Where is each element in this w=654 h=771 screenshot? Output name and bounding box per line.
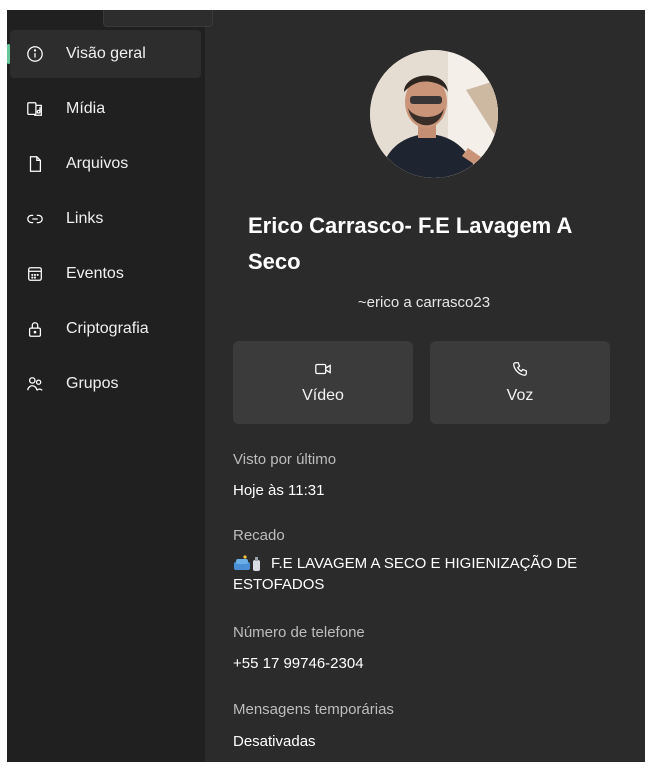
- sidebar-item-label: Visão geral: [66, 45, 146, 62]
- sidebar-item-label: Eventos: [66, 265, 124, 282]
- voice-call-button[interactable]: Voz: [430, 341, 610, 424]
- sidebar-item-events[interactable]: Eventos: [10, 250, 201, 298]
- sidebar-item-label: Grupos: [66, 375, 119, 392]
- contact-name: Erico Carrasco- F.E Lavagem A Seco: [248, 213, 572, 274]
- phone-label: Número de telefone: [233, 624, 365, 641]
- lock-icon: [23, 317, 47, 341]
- voice-call-label: Voz: [506, 387, 534, 404]
- sidebar-item-encryption[interactable]: Criptografia: [10, 305, 201, 353]
- disappearing-messages-label: Mensagens temporárias: [233, 701, 394, 718]
- video-call-label: Vídeo: [302, 387, 344, 404]
- profile-main: Erico Carrasco- F.E Lavagem A Seco ~eric…: [205, 10, 645, 762]
- sidebar-item-files[interactable]: Arquivos: [10, 140, 201, 188]
- media-icon: [23, 97, 47, 121]
- about-label: Recado: [233, 527, 285, 544]
- calendar-icon: [23, 262, 47, 286]
- sofa-emoji-icon: [233, 555, 263, 573]
- sidebar-item-links[interactable]: Links: [10, 195, 201, 243]
- file-icon: [23, 152, 47, 176]
- info-icon: [23, 42, 47, 66]
- about-text: F.E LAVAGEM A SECO E HIGIENIZAÇÃO DE EST…: [233, 553, 633, 595]
- sidebar-item-groups[interactable]: Grupos: [10, 360, 201, 408]
- sidebar-item-label: Arquivos: [66, 155, 129, 172]
- link-icon: [23, 207, 47, 231]
- people-icon: [23, 372, 47, 396]
- about-value: F.E LAVAGEM A SECO E HIGIENIZAÇÃO DE EST…: [233, 555, 578, 593]
- video-call-button[interactable]: Vídeo: [233, 341, 413, 424]
- last-seen-value: Hoje às 11:31: [233, 482, 325, 499]
- sidebar-nav: Visão geral Mídia Arquivos Links Eventos…: [7, 30, 205, 415]
- phone-value: +55 17 99746-2304: [233, 655, 364, 672]
- avatar[interactable]: [370, 50, 498, 178]
- contact-info-panel: Visão geral Mídia Arquivos Links Eventos…: [7, 10, 645, 762]
- sidebar-item-label: Mídia: [66, 100, 106, 117]
- sidebar-item-overview[interactable]: Visão geral: [7, 30, 201, 78]
- sidebar: Visão geral Mídia Arquivos Links Eventos…: [7, 10, 213, 762]
- disappearing-messages-value: Desativadas: [233, 733, 316, 750]
- sidebar-item-label: Criptografia: [66, 320, 149, 337]
- sidebar-item-label: Links: [66, 210, 104, 227]
- last-seen-label: Visto por último: [233, 451, 337, 468]
- video-icon: [315, 363, 331, 375]
- contact-handle: ~erico a carrasco23: [357, 294, 491, 311]
- sidebar-item-media[interactable]: Mídia: [10, 85, 201, 133]
- phone-icon: [513, 362, 527, 376]
- tooltip: [103, 10, 213, 27]
